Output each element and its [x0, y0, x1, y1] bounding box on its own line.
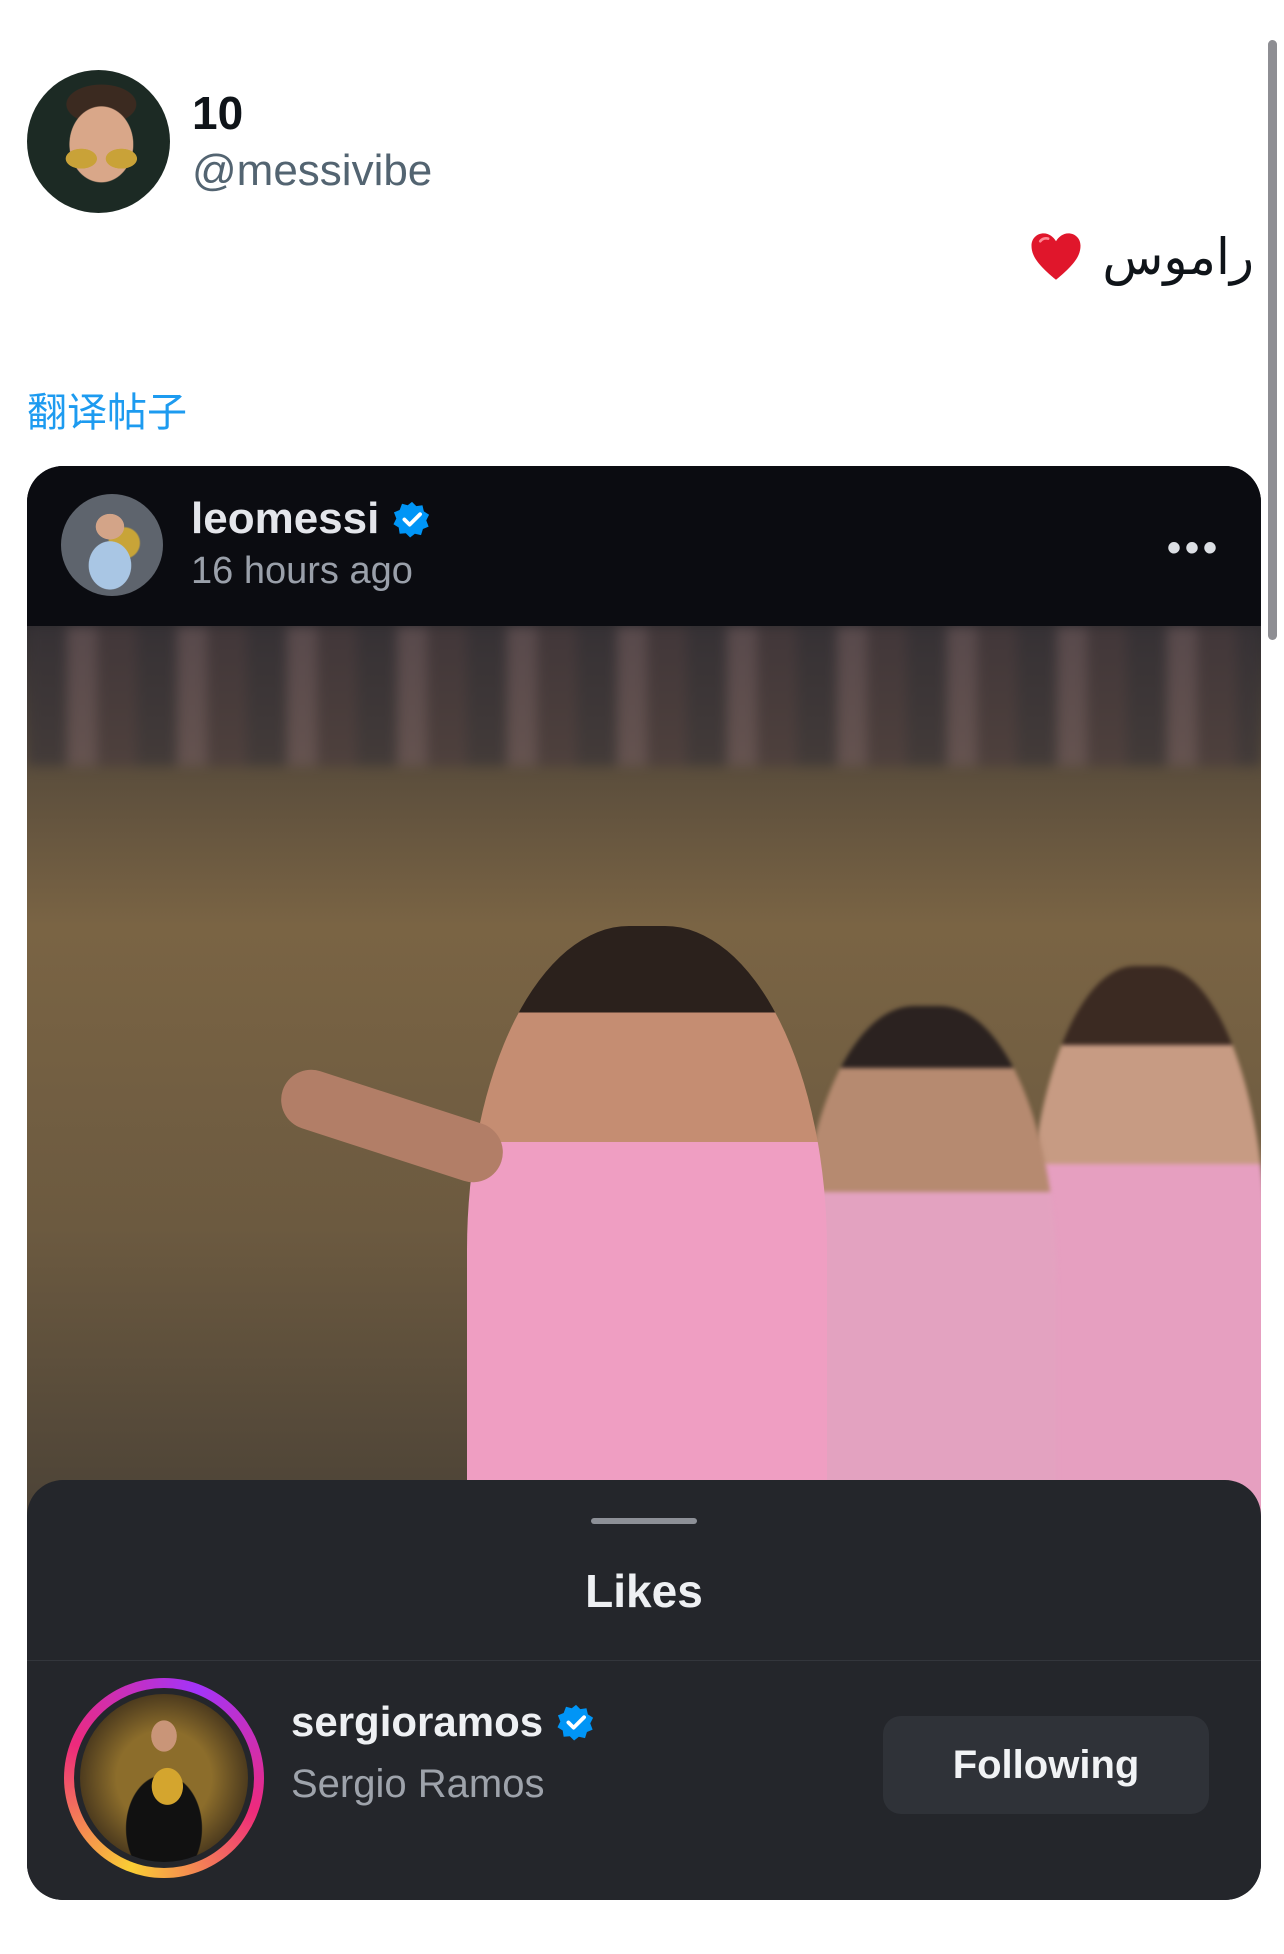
- liker-avatar[interactable]: [80, 1694, 248, 1862]
- likes-title: Likes: [585, 1565, 703, 1617]
- post-author[interactable]: leomessi: [191, 494, 431, 544]
- post-timestamp: 16 hours ago: [191, 550, 413, 592]
- post-author-username[interactable]: leomessi: [191, 494, 379, 544]
- post-text-content: راموس: [1102, 228, 1254, 286]
- following-button[interactable]: Following: [883, 1716, 1209, 1814]
- avatar[interactable]: [27, 70, 170, 213]
- more-options-icon[interactable]: •••: [1167, 526, 1221, 571]
- liker-avatar-gap: [74, 1688, 254, 1868]
- post-header: leomessi 16 hours ago •••: [27, 466, 1261, 626]
- liker-username[interactable]: sergioramos: [291, 1698, 543, 1746]
- translate-post-link[interactable]: 翻译帖子: [27, 380, 187, 438]
- user-handle[interactable]: @messivibe: [192, 146, 432, 196]
- photo-background-crowd: [27, 626, 1261, 766]
- verified-badge-icon: [557, 1704, 594, 1741]
- liker-user[interactable]: sergioramos: [291, 1698, 595, 1746]
- likes-sheet: Likes sergioramos Sergio Ramos Following: [27, 1480, 1261, 1900]
- post-author-avatar[interactable]: [61, 494, 163, 596]
- photo-player-arm: [273, 1061, 511, 1191]
- embedded-instagram-post[interactable]: leomessi 16 hours ago ••• Likes sergiora…: [27, 466, 1261, 1900]
- liker-avatar-story-ring[interactable]: [64, 1678, 264, 1878]
- liker-full-name: Sergio Ramos: [291, 1762, 545, 1806]
- sheet-drag-handle[interactable]: [591, 1518, 697, 1524]
- post-text: راموس: [1028, 228, 1254, 286]
- post-photo[interactable]: [27, 626, 1261, 1626]
- scrollbar[interactable]: [1268, 40, 1277, 640]
- heart-icon: [1031, 233, 1081, 280]
- divider: [27, 1660, 1261, 1661]
- verified-badge-icon: [393, 501, 430, 538]
- display-name[interactable]: 10: [192, 86, 243, 140]
